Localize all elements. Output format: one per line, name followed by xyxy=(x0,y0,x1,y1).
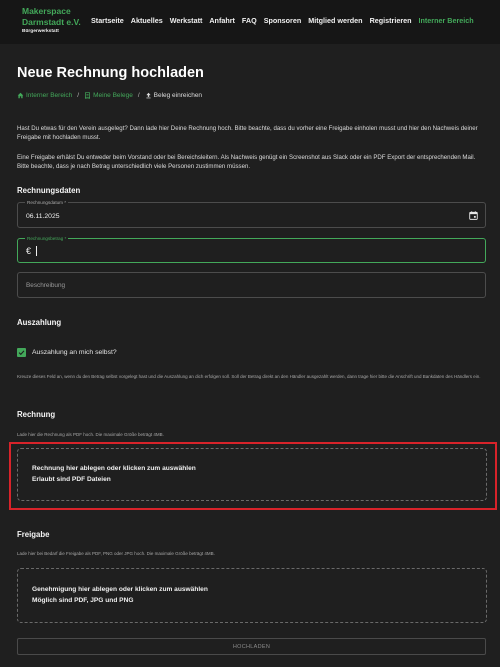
approval-dropzone[interactable]: Genehmigung hier ablegen oder klicken zu… xyxy=(17,568,487,623)
logo-line-1: Makerspace xyxy=(22,6,71,16)
currency-symbol: € xyxy=(26,246,32,256)
invoice-upload-help: Lade hier die Rechnung als PDF hoch. Die… xyxy=(17,432,164,437)
breadcrumb-current: Beleg einreichen xyxy=(145,92,202,99)
approval-dropzone-title: Genehmigung hier ablegen oder klicken zu… xyxy=(32,586,208,593)
nav-sponsoren[interactable]: Sponsoren xyxy=(264,16,302,25)
page-title: Neue Rechnung hochladen xyxy=(17,65,204,81)
nav-registrieren[interactable]: Registrieren xyxy=(370,16,412,25)
nav-faq[interactable]: FAQ xyxy=(242,16,257,25)
payout-self-label: Auszahlung an mich selbst? xyxy=(32,349,117,356)
nav-startseite[interactable]: Startseite xyxy=(91,16,124,25)
breadcrumb: Interner Bereich / Meine Belege / Beleg … xyxy=(17,92,202,99)
site-header: Makerspace Darmstadt e.V. Bürgerwerkstat… xyxy=(0,0,500,44)
breadcrumb-separator: / xyxy=(77,92,80,99)
section-title-freigabe: Freigabe xyxy=(17,530,50,539)
upload-icon xyxy=(146,92,151,99)
breadcrumb-interner-bereich[interactable]: Interner Bereich xyxy=(17,92,72,99)
calendar-icon[interactable] xyxy=(469,211,478,220)
home-icon xyxy=(17,92,24,99)
description-placeholder: Beschreibung xyxy=(26,282,66,289)
approval-upload-help: Lade hier bei Bedarf die Freigabe als PD… xyxy=(17,551,215,556)
invoice-date-value: 06.11.2025 xyxy=(26,213,60,220)
approval-dropzone-hint: Möglich sind PDF, JPG und PNG xyxy=(32,597,134,604)
upload-button[interactable]: HOCHLADEN xyxy=(17,638,486,655)
logo-line-2: Darmstadt e.V. xyxy=(22,17,81,27)
intro-paragraph-1: Hast Du etwas für den Verein ausgelegt? … xyxy=(17,125,478,141)
section-title-rechnung: Rechnung xyxy=(17,410,56,419)
invoice-dropzone-title: Rechnung hier ablegen oder klicken zum a… xyxy=(32,465,196,472)
site-logo[interactable]: Makerspace Darmstadt e.V. Bürgerwerkstat… xyxy=(22,6,81,34)
payout-self-row: Auszahlung an mich selbst? xyxy=(17,348,117,357)
breadcrumb-meine-belege[interactable]: Meine Belege xyxy=(84,92,133,99)
receipt-icon xyxy=(85,92,91,99)
payout-self-checkbox[interactable] xyxy=(17,348,26,357)
breadcrumb-separator: / xyxy=(137,92,140,99)
invoice-dropzone[interactable]: Rechnung hier ablegen oder klicken zum a… xyxy=(17,448,487,501)
description-field[interactable]: Beschreibung xyxy=(17,272,486,298)
invoice-dropzone-hint: Erlaubt sind PDF Dateien xyxy=(32,476,111,483)
payout-help-text: Kreuze dieses Feld an, wenn du den Betra… xyxy=(17,374,481,379)
nav-interner-bereich[interactable]: Interner Bereich xyxy=(419,16,474,25)
invoice-date-label: Rechnungsdatum * xyxy=(25,199,69,206)
breadcrumb-label: Beleg einreichen xyxy=(153,92,203,99)
invoice-amount-field[interactable]: Rechnungsbetrag * € xyxy=(17,235,486,263)
nav-aktuelles[interactable]: Aktuelles xyxy=(131,16,163,25)
logo-subtitle: Bürgerwerkstatt xyxy=(22,29,59,34)
breadcrumb-label: Interner Bereich xyxy=(26,92,73,99)
checkmark-icon xyxy=(18,350,25,356)
nav-werkstatt[interactable]: Werkstatt xyxy=(170,16,203,25)
section-title-auszahlung: Auszahlung xyxy=(17,318,62,327)
text-caret xyxy=(36,246,37,256)
intro-paragraph-2: Eine Freigabe erhälst Du entweder beim V… xyxy=(17,154,476,170)
invoice-amount-label: Rechnungsbetrag * xyxy=(25,235,69,242)
main-nav: Startseite Aktuelles Werkstatt Anfahrt F… xyxy=(91,16,474,25)
nav-anfahrt[interactable]: Anfahrt xyxy=(209,16,235,25)
invoice-date-field[interactable]: Rechnungsdatum * 06.11.2025 xyxy=(17,199,486,228)
nav-mitglied-werden[interactable]: Mitglied werden xyxy=(308,16,362,25)
section-title-rechnungsdaten: Rechnungsdaten xyxy=(17,186,81,195)
breadcrumb-label: Meine Belege xyxy=(93,92,133,99)
